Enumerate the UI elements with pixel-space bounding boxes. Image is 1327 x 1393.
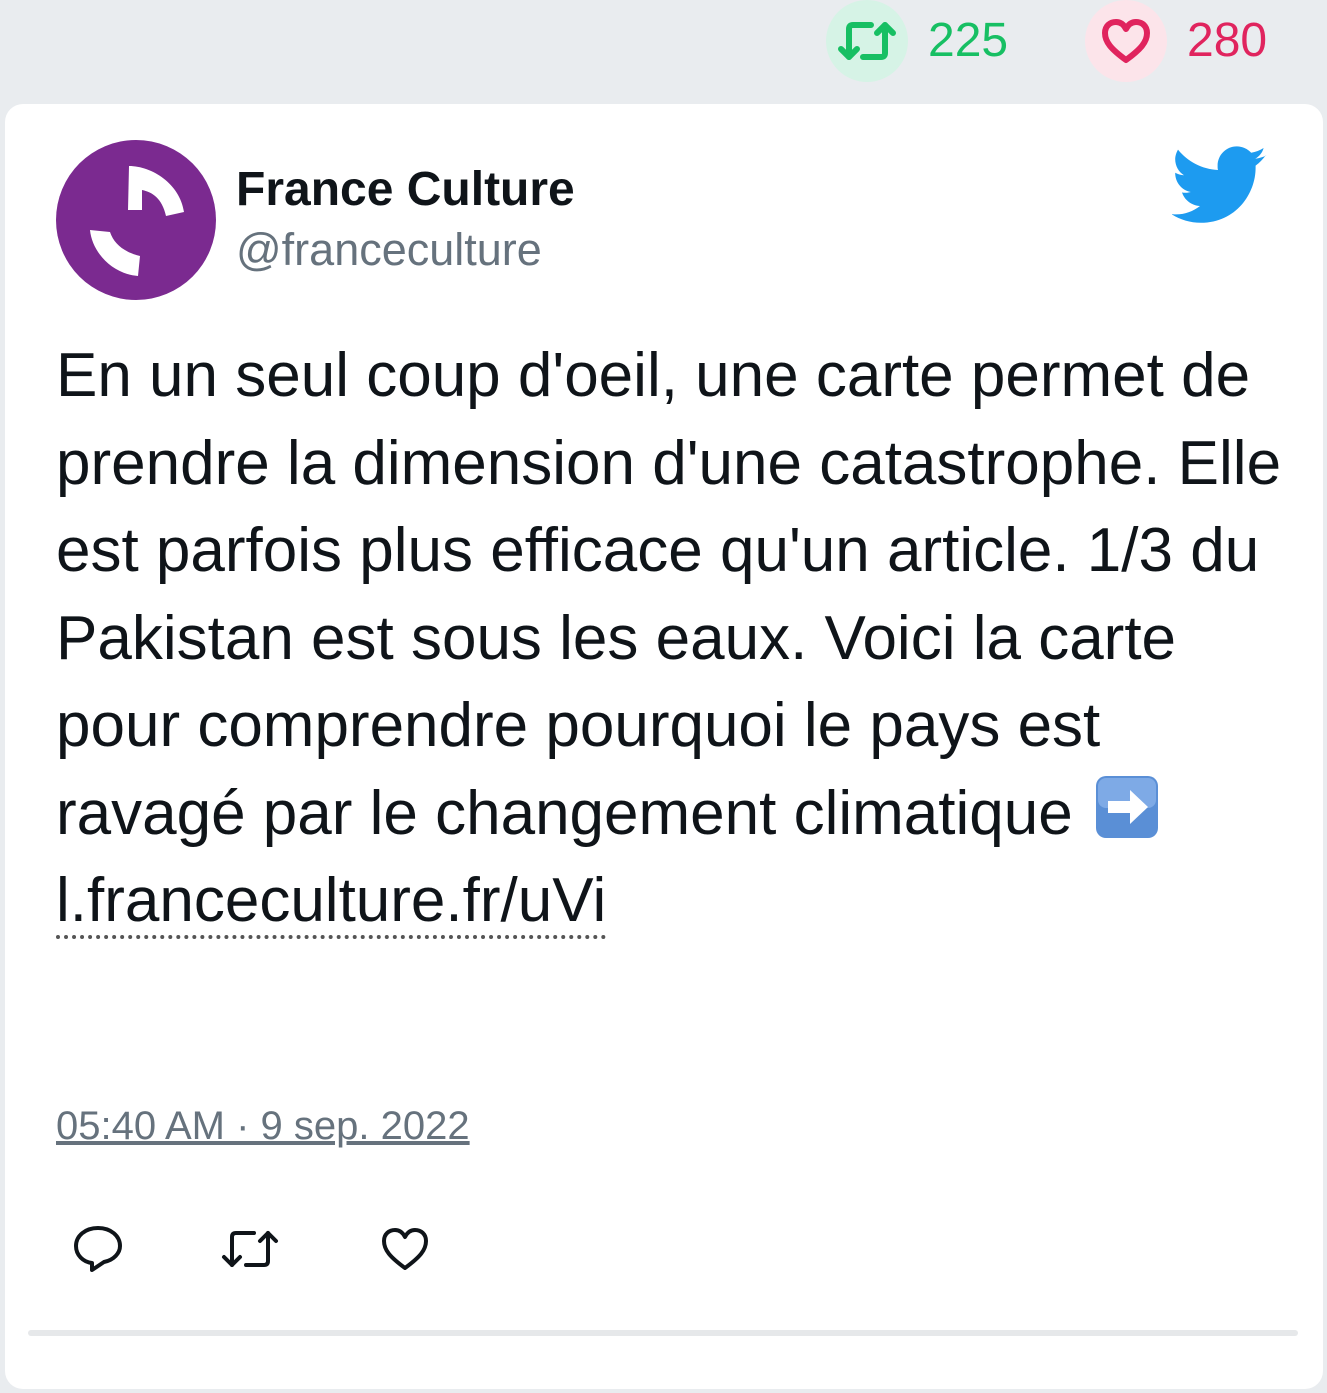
article-link[interactable]: l.franceculture.fr/uVi [56, 866, 607, 939]
retweet-button[interactable] [215, 1214, 285, 1284]
retweet-icon [826, 0, 908, 82]
user-handle[interactable]: @franceculture [236, 224, 542, 276]
retweet-icon [222, 1231, 278, 1267]
like-stat: 280 [1085, 0, 1267, 82]
tweet-text: En un seul coup d'oeil, une carte permet… [56, 332, 1286, 945]
tweet-body: En un seul coup d'oeil, une carte permet… [56, 341, 1282, 848]
engagement-stats: 225 280 [0, 0, 1327, 100]
divider [28, 1330, 1298, 1336]
heart-icon [1085, 0, 1167, 82]
france-culture-logo [90, 166, 184, 276]
heart-icon [382, 1228, 428, 1270]
like-count: 280 [1187, 14, 1268, 67]
reply-icon [74, 1226, 122, 1272]
avatar[interactable] [56, 140, 216, 300]
twitter-bird-icon[interactable] [1171, 146, 1268, 226]
tweet-timestamp[interactable]: 05:40 AM · 9 sep. 2022 [56, 1104, 470, 1149]
like-button[interactable] [370, 1214, 440, 1284]
tweet-actions [5, 1214, 605, 1294]
display-name[interactable]: France Culture [236, 162, 575, 217]
tweet-card: France Culture @franceculture En un seul… [5, 104, 1323, 1389]
retweet-count: 225 [928, 14, 1009, 67]
retweet-stat: 225 [826, 0, 1008, 82]
arrow-right-emoji [1094, 774, 1160, 840]
reply-button[interactable] [63, 1214, 133, 1284]
